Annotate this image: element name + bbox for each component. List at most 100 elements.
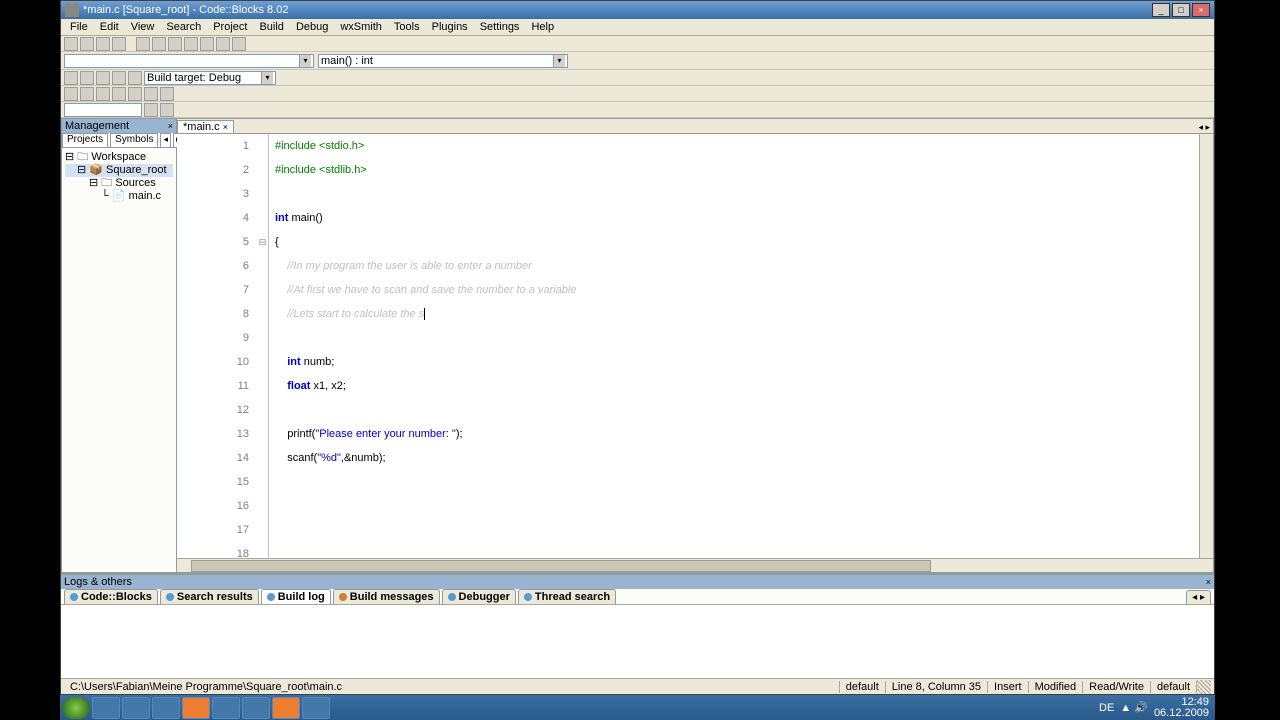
- maximize-button[interactable]: □: [1172, 3, 1190, 17]
- quick-search-input[interactable]: [64, 103, 142, 117]
- close-button[interactable]: ×: [1192, 3, 1210, 17]
- debug-stop-icon[interactable]: [80, 87, 94, 101]
- debug-start-icon[interactable]: [64, 87, 78, 101]
- logs-body[interactable]: [61, 605, 1214, 678]
- app-window: *main.c [Square_root] - Code::Blocks 8.0…: [60, 0, 1215, 695]
- logs-tab-debugger[interactable]: Debugger: [442, 589, 516, 604]
- logs-title-label: Logs & others: [64, 576, 132, 588]
- toolbar-debugger: [61, 86, 1214, 102]
- menu-view[interactable]: View: [125, 21, 161, 33]
- step-over-icon[interactable]: [96, 87, 110, 101]
- undo-icon[interactable]: [136, 37, 150, 51]
- windows-taskbar[interactable]: DE ▲ 🔊 12:49 06.12.2009: [60, 695, 1215, 720]
- system-tray[interactable]: DE ▲ 🔊 12:49 06.12.2009: [1099, 697, 1213, 719]
- taskbar-app-7[interactable]: [272, 697, 300, 719]
- abort-icon[interactable]: [128, 71, 142, 85]
- open-icon[interactable]: [80, 37, 94, 51]
- tray-clock[interactable]: 12:49 06.12.2009: [1154, 697, 1209, 719]
- cut-icon[interactable]: [168, 37, 182, 51]
- menu-file[interactable]: File: [64, 21, 94, 33]
- menu-bar: File Edit View Search Project Build Debu…: [61, 19, 1214, 36]
- step-out-icon[interactable]: [128, 87, 142, 101]
- chevron-down-icon: ▾: [299, 55, 311, 67]
- tray-lang[interactable]: DE: [1099, 702, 1114, 714]
- taskbar-app-5[interactable]: [212, 697, 240, 719]
- redo-icon[interactable]: [152, 37, 166, 51]
- logs-close-icon[interactable]: ×: [1206, 577, 1211, 587]
- editor-tab-close-icon[interactable]: ×: [223, 122, 228, 132]
- tray-icons[interactable]: ▲ 🔊: [1120, 701, 1148, 714]
- tab-nav-left-icon[interactable]: ◂: [160, 133, 171, 147]
- save-icon[interactable]: [96, 37, 110, 51]
- toolbar-search: [61, 102, 1214, 118]
- taskbar-app-1[interactable]: [92, 697, 120, 719]
- code-editor[interactable]: 12345678910111213141516171819 ⊟ #include…: [177, 134, 1213, 558]
- save-all-icon[interactable]: [112, 37, 126, 51]
- taskbar-app-2[interactable]: [122, 697, 150, 719]
- scope-combo-value: main() : int: [321, 55, 553, 67]
- source-text[interactable]: #include <stdio.h> #include <stdlib.h> i…: [269, 134, 1199, 558]
- title-bar[interactable]: *main.c [Square_root] - Code::Blocks 8.0…: [61, 1, 1214, 19]
- taskbar-app-8[interactable]: [302, 697, 330, 719]
- tab-projects[interactable]: Projects: [62, 133, 108, 147]
- editor-tab-nav[interactable]: ◂ ▸: [1195, 122, 1213, 133]
- tree-project[interactable]: ⊟ 📦 Square_root: [65, 164, 173, 177]
- editor-tab-mainc[interactable]: *main.c ×: [177, 120, 234, 133]
- toolbar-main: [61, 36, 1214, 52]
- taskbar-app-3[interactable]: [152, 697, 180, 719]
- logs-tab-nav[interactable]: ◂ ▸: [1186, 590, 1211, 604]
- paste-icon[interactable]: [200, 37, 214, 51]
- find-icon[interactable]: [216, 37, 230, 51]
- menu-project[interactable]: Project: [207, 21, 253, 33]
- taskbar-app-6[interactable]: [242, 697, 270, 719]
- build-target-combo[interactable]: Build target: Debug▾: [144, 71, 276, 85]
- line-gutter: 12345678910111213141516171819: [177, 134, 257, 558]
- menu-tools[interactable]: Tools: [388, 21, 426, 33]
- menu-plugins[interactable]: Plugins: [426, 21, 474, 33]
- menu-help[interactable]: Help: [525, 21, 560, 33]
- menu-wxsmith[interactable]: wxSmith: [334, 21, 388, 33]
- logs-tab-buildlog[interactable]: Build log: [261, 589, 331, 604]
- logs-tab-buildmessages[interactable]: Build messages: [333, 589, 440, 604]
- search-options-icon[interactable]: [160, 103, 174, 117]
- replace-icon[interactable]: [232, 37, 246, 51]
- menu-settings[interactable]: Settings: [474, 21, 526, 33]
- status-bar: C:\Users\Fabian\Meine Programme\Square_r…: [61, 678, 1214, 694]
- menu-build[interactable]: Build: [253, 21, 289, 33]
- taskbar-app-firefox[interactable]: [182, 697, 210, 719]
- start-button[interactable]: [62, 697, 90, 719]
- menu-debug[interactable]: Debug: [290, 21, 334, 33]
- logs-tab-codeblocks[interactable]: Code::Blocks: [64, 589, 158, 604]
- fold-margin[interactable]: ⊟: [257, 134, 269, 558]
- search-go-icon[interactable]: [144, 103, 158, 117]
- continue-icon[interactable]: [144, 87, 158, 101]
- step-into-icon[interactable]: [112, 87, 126, 101]
- scrollbar-thumb[interactable]: [191, 560, 931, 572]
- logs-tab-threadsearch[interactable]: Thread search: [518, 589, 616, 604]
- logs-tab-searchresults[interactable]: Search results: [160, 589, 259, 604]
- breakpoint-icon[interactable]: [160, 87, 174, 101]
- new-file-icon[interactable]: [64, 37, 78, 51]
- horizontal-scrollbar[interactable]: [177, 558, 1213, 572]
- vertical-scrollbar[interactable]: [1199, 134, 1213, 558]
- menu-search[interactable]: Search: [160, 21, 207, 33]
- minimize-button[interactable]: _: [1152, 3, 1170, 17]
- menu-edit[interactable]: Edit: [94, 21, 125, 33]
- scope-combo[interactable]: main() : int▾: [318, 54, 568, 68]
- status-readwrite: Read/Write: [1083, 681, 1151, 693]
- copy-icon[interactable]: [184, 37, 198, 51]
- management-close-icon[interactable]: ×: [168, 121, 173, 131]
- resize-grip-icon[interactable]: [1197, 680, 1211, 694]
- tree-sources[interactable]: ⊟ 🗀 Sources: [65, 177, 173, 190]
- tab-symbols[interactable]: Symbols: [110, 133, 158, 147]
- logs-tabs: Code::Blocks Search results Build log Bu…: [61, 589, 1214, 605]
- build-icon[interactable]: [64, 71, 78, 85]
- rebuild-icon[interactable]: [112, 71, 126, 85]
- build-run-icon[interactable]: [96, 71, 110, 85]
- tree-file-mainc[interactable]: └ 📄 main.c: [65, 190, 173, 203]
- scope-left-combo[interactable]: ▾: [64, 54, 314, 68]
- chevron-down-icon: ▾: [261, 72, 273, 84]
- run-icon[interactable]: [80, 71, 94, 85]
- tree-workspace[interactable]: ⊟ 🗀 Workspace: [65, 151, 173, 164]
- project-tree[interactable]: ⊟ 🗀 Workspace ⊟ 📦 Square_root ⊟ 🗀 Source…: [62, 148, 176, 572]
